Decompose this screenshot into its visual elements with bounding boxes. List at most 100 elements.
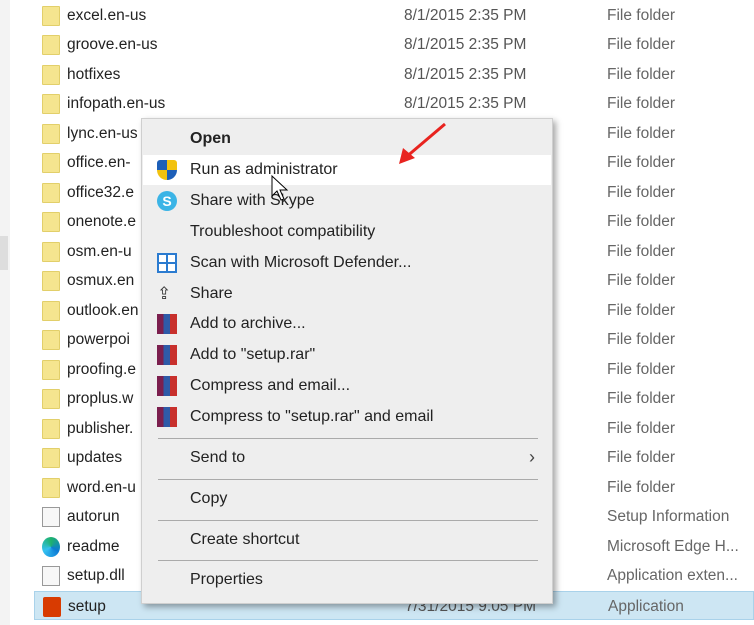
file-type: File folder [607,95,676,112]
context-menu: Open Run as administrator S Share with Skyp… [141,118,553,604]
file-row[interactable]: infopath.en-us 8/1/2015 2:35 PM File folde… [34,89,754,119]
menu-item-copy[interactable]: Copy [143,484,551,514]
file-name: groove.en-us [67,36,158,53]
folder-icon [42,477,60,498]
menu-item-create-shortcut[interactable]: Create shortcut [143,525,551,555]
menu-item-label: Compress to "setup.rar" and email [190,408,434,425]
menu-item-label: Copy [190,490,228,507]
menu-item-label: Properties [190,571,263,588]
file-type: File folder [607,272,676,289]
menu-item-label: Scan with Microsoft Defender... [190,254,412,271]
scrollbar-thumb[interactable] [0,236,8,270]
file-type: File folder [607,154,676,171]
file-row[interactable]: groove.en-us 8/1/2015 2:35 PM File folder [34,30,754,60]
menu-separator [158,479,538,480]
menu-item-label: Add to archive... [190,315,306,332]
file-date: 8/1/2015 2:35 PM [404,36,527,53]
file-name: proofing.e [67,360,136,378]
file-name: osmux.en [67,272,135,289]
folder-icon [42,5,60,26]
file-row[interactable]: excel.en-us 8/1/2015 2:35 PM File folder [34,1,754,31]
uac-shield-icon [157,160,177,180]
file-date: 8/1/2015 2:35 PM [404,6,527,24]
winrar-icon [157,345,177,365]
file-type: File folder [607,331,676,348]
file-name: hotfixes [67,65,121,83]
file-type: File folder [607,360,676,378]
file-name: word.en-u [67,478,136,496]
menu-item-properties[interactable]: Properties [143,565,551,595]
menu-item-add-to-setup-rar[interactable]: Add to "setup.rar" [143,340,551,370]
file-type: File folder [607,6,676,24]
menu-separator [158,520,538,521]
menu-item-scan-with-microsoft-defender[interactable]: Scan with Microsoft Defender... [143,248,551,278]
file-name: onenote.e [67,213,136,230]
menu-item-share[interactable]: ⇪ Share [143,279,551,309]
file-type: File folder [607,301,676,319]
red-arrow-annotation [399,122,446,164]
menu-item-label: Share with Skype [190,192,315,209]
mouse-cursor-icon [271,174,289,201]
menu-item-compress-and-email[interactable]: Compress and email... [143,371,551,401]
file-type: File folder [607,478,676,496]
file-name: setup [68,597,106,615]
file-type: File folder [607,183,676,201]
menu-item-run-as-administrator[interactable]: Run as administrator [143,155,551,185]
menu-separator [158,560,538,561]
file-name: setup.dll [67,567,125,584]
file-type: File folder [607,390,676,407]
file-type: File folder [607,449,676,466]
file-name: infopath.en-us [67,95,166,112]
folder-icon [42,359,60,380]
file-type: Setup Information [607,508,730,525]
file-type: File folder [607,242,676,260]
share-icon: ⇪ [157,284,172,303]
folder-icon [42,418,60,439]
menu-item-open[interactable]: Open [143,124,551,154]
menu-item-add-to-archive[interactable]: Add to archive... [143,309,551,339]
folder-icon [42,153,60,173]
folder-icon [42,35,60,55]
skype-icon: S [157,191,177,211]
edge-icon [42,536,60,557]
menu-item-label: Add to "setup.rar" [190,346,316,363]
file-type: File folder [607,65,676,83]
menu-separator [158,438,538,439]
file-type: File folder [607,36,676,53]
file-type: Application [608,597,684,615]
chevron-right-icon: › [529,447,535,467]
dll-file-icon [42,566,60,586]
folder-icon [42,271,60,291]
folder-icon [42,94,60,114]
folder-icon [42,241,60,262]
settings-file-icon [42,507,60,527]
office-setup-icon [43,596,61,617]
folder-icon [42,182,60,203]
menu-item-label: Send to [190,449,246,466]
menu-item-label: Share [190,285,233,302]
file-name: outlook.en [67,301,139,319]
defender-icon [157,253,177,273]
file-name: updates [67,449,123,466]
file-name: office.en- [67,154,131,171]
menu-item-compress-to-setup-rar-and-email[interactable]: Compress to "setup.rar" and email [143,402,551,432]
folder-icon [42,212,60,232]
menu-item-label: Run as administrator [190,161,338,178]
menu-item-troubleshoot-compatibility[interactable]: Troubleshoot compatibility [143,217,551,247]
file-name: lync.en-us [67,124,138,142]
folder-icon [42,123,60,144]
file-type: Microsoft Edge H... [607,537,739,555]
file-name: powerpoi [67,331,130,348]
menu-item-share-with-skype[interactable]: S Share with Skype [143,186,551,216]
winrar-icon [157,314,177,334]
file-row[interactable]: hotfixes 8/1/2015 2:35 PM File folder [34,60,754,90]
folder-icon [42,300,60,321]
file-date: 8/1/2015 2:35 PM [404,65,527,83]
menu-item-send-to[interactable]: Send to › [143,443,551,473]
menu-item-label: Compress and email... [190,377,351,394]
file-date: 8/1/2015 2:35 PM [404,95,527,112]
file-name: publisher. [67,419,134,437]
file-type: File folder [607,419,676,437]
file-type: File folder [607,124,676,142]
navigation-pane-scrollbar[interactable] [0,0,10,625]
